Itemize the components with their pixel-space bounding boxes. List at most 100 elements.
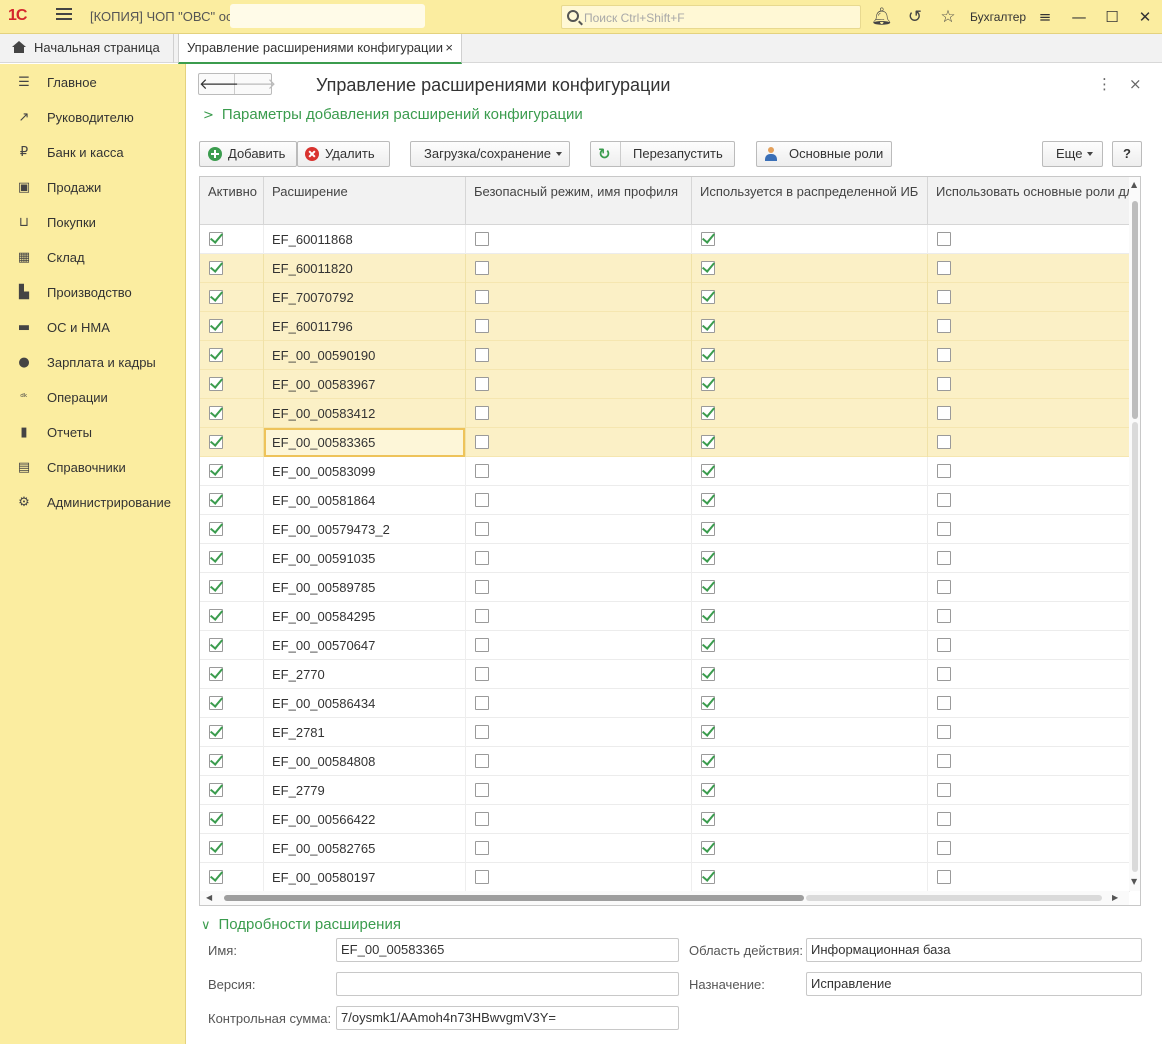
main-roles-checkbox[interactable] <box>937 435 951 449</box>
sidebar-item-6[interactable]: ▙ Производство <box>0 278 186 308</box>
active-checkbox[interactable] <box>209 406 223 420</box>
safe-mode-checkbox[interactable] <box>475 464 489 478</box>
active-checkbox[interactable] <box>209 290 223 304</box>
table-row[interactable]: EF_00_00584295 <box>200 602 1130 631</box>
distributed-checkbox[interactable] <box>701 464 715 478</box>
main-roles-checkbox[interactable] <box>937 261 951 275</box>
extension-name-cell[interactable]: EF_60011796 <box>264 312 465 341</box>
main-roles-checkbox[interactable] <box>937 783 951 797</box>
vertical-scrollbar[interactable]: ▲ ▼ <box>1129 177 1140 891</box>
forward-arrow-icon[interactable]: 🡒 <box>236 74 276 94</box>
distributed-checkbox[interactable] <box>701 232 715 246</box>
safe-mode-checkbox[interactable] <box>475 841 489 855</box>
table-row[interactable]: EF_2781 <box>200 718 1130 747</box>
help-button[interactable]: ? <box>1112 141 1142 167</box>
main-roles-button[interactable]: Основные роли <box>756 141 892 167</box>
active-checkbox[interactable] <box>209 783 223 797</box>
active-checkbox[interactable] <box>209 551 223 565</box>
sidebar-item-2[interactable]: ₽ Банк и касса <box>0 138 186 168</box>
main-roles-checkbox[interactable] <box>937 870 951 884</box>
extension-name-cell[interactable]: EF_2781 <box>264 718 465 747</box>
column-header-main-roles[interactable]: Использовать основные роли для <box>928 177 1138 225</box>
safe-mode-checkbox[interactable] <box>475 580 489 594</box>
app-logo[interactable]: 1С <box>8 7 27 25</box>
table-row[interactable]: EF_00_00580197 <box>200 863 1130 892</box>
vertical-scroll-track[interactable] <box>1132 422 1138 872</box>
table-row[interactable]: EF_00_00586434 <box>200 689 1130 718</box>
distributed-checkbox[interactable] <box>701 580 715 594</box>
main-roles-checkbox[interactable] <box>937 580 951 594</box>
sidebar-item-0[interactable]: ☰ Главное <box>0 68 186 98</box>
table-row[interactable]: EF_00_00591035 <box>200 544 1130 573</box>
restart-button[interactable]: ↻ Перезапустить <box>590 141 735 167</box>
distributed-checkbox[interactable] <box>701 551 715 565</box>
column-header-distributed[interactable]: Используется в распределенной ИБ <box>692 177 928 225</box>
distributed-checkbox[interactable] <box>701 754 715 768</box>
sidebar-item-7[interactable]: ▬ ОС и НМА <box>0 313 186 343</box>
column-header-safe-mode[interactable]: Безопасный режим, имя профиля <box>466 177 692 225</box>
sidebar-item-10[interactable]: ▮ Отчеты <box>0 418 186 448</box>
safe-mode-checkbox[interactable] <box>475 493 489 507</box>
global-search[interactable] <box>561 5 861 29</box>
extension-name-cell[interactable]: EF_00_00583099 <box>264 457 465 486</box>
active-checkbox[interactable] <box>209 725 223 739</box>
active-checkbox[interactable] <box>209 377 223 391</box>
table-row[interactable]: EF_70070792 <box>200 283 1130 312</box>
main-roles-checkbox[interactable] <box>937 493 951 507</box>
table-row[interactable]: EF_00_00583412 <box>200 399 1130 428</box>
details-group-toggle[interactable]: ∨ Подробности расширения <box>201 916 401 933</box>
main-roles-checkbox[interactable] <box>937 406 951 420</box>
sidebar-item-8[interactable]: ● Зарплата и кадры <box>0 348 186 378</box>
extension-name-cell[interactable]: EF_2770 <box>264 660 465 689</box>
distributed-checkbox[interactable] <box>701 290 715 304</box>
history-icon[interactable]: ↺ <box>905 7 925 27</box>
safe-mode-checkbox[interactable] <box>475 406 489 420</box>
table-row[interactable]: EF_00_00583967 <box>200 370 1130 399</box>
close-form-icon[interactable]: × <box>1129 75 1142 93</box>
search-input[interactable] <box>584 9 854 26</box>
distributed-checkbox[interactable] <box>701 522 715 536</box>
active-checkbox[interactable] <box>209 870 223 884</box>
main-roles-checkbox[interactable] <box>937 290 951 304</box>
main-roles-checkbox[interactable] <box>937 319 951 333</box>
sidebar-item-3[interactable]: ▣ Продажи <box>0 173 186 203</box>
load-save-dropdown[interactable]: Загрузка/сохранение <box>410 141 570 167</box>
distributed-checkbox[interactable] <box>701 406 715 420</box>
main-roles-checkbox[interactable] <box>937 522 951 536</box>
sidebar-item-9[interactable]: ᵈᵏ Операции <box>0 383 186 413</box>
table-row[interactable]: EF_60011796 <box>200 312 1130 341</box>
main-roles-checkbox[interactable] <box>937 348 951 362</box>
scroll-up-icon[interactable]: ▲ <box>1131 180 1137 189</box>
table-row[interactable]: EF_2770 <box>200 660 1130 689</box>
checksum-field[interactable]: 7/oysmk1/AAmoh4n73HBwvgmV3Y= <box>336 1006 679 1030</box>
distributed-checkbox[interactable] <box>701 783 715 797</box>
main-roles-checkbox[interactable] <box>937 754 951 768</box>
main-roles-checkbox[interactable] <box>937 725 951 739</box>
scroll-down-icon[interactable]: ▼ <box>1131 877 1137 886</box>
extension-name-cell[interactable]: EF_00_00570647 <box>264 631 465 660</box>
safe-mode-checkbox[interactable] <box>475 725 489 739</box>
sidebar-item-12[interactable]: ⚙ Администрирование <box>0 488 186 518</box>
safe-mode-checkbox[interactable] <box>475 435 489 449</box>
safe-mode-checkbox[interactable] <box>475 551 489 565</box>
active-checkbox[interactable] <box>209 435 223 449</box>
active-checkbox[interactable] <box>209 841 223 855</box>
horizontal-scroll-thumb[interactable] <box>224 895 804 901</box>
main-roles-checkbox[interactable] <box>937 551 951 565</box>
bell-icon[interactable]: 🔔︎ <box>871 7 893 27</box>
table-row[interactable]: EF_00_00581864 <box>200 486 1130 515</box>
main-roles-checkbox[interactable] <box>937 377 951 391</box>
table-row[interactable]: EF_00_00589785 <box>200 573 1130 602</box>
distributed-checkbox[interactable] <box>701 348 715 362</box>
tab-extensions[interactable]: Управление расширениями конфигурации × <box>178 34 462 64</box>
extension-name-cell[interactable]: EF_60011820 <box>264 254 465 283</box>
minimize-icon[interactable]: — <box>1068 7 1090 27</box>
vertical-scroll-thumb[interactable] <box>1132 201 1138 419</box>
safe-mode-checkbox[interactable] <box>475 696 489 710</box>
distributed-checkbox[interactable] <box>701 493 715 507</box>
safe-mode-checkbox[interactable] <box>475 261 489 275</box>
main-roles-checkbox[interactable] <box>937 812 951 826</box>
table-row[interactable]: EF_00_00583365 <box>200 428 1130 457</box>
extension-name-cell[interactable]: EF_00_00590190 <box>264 341 465 370</box>
sidebar-item-5[interactable]: ▦ Склад <box>0 243 186 273</box>
